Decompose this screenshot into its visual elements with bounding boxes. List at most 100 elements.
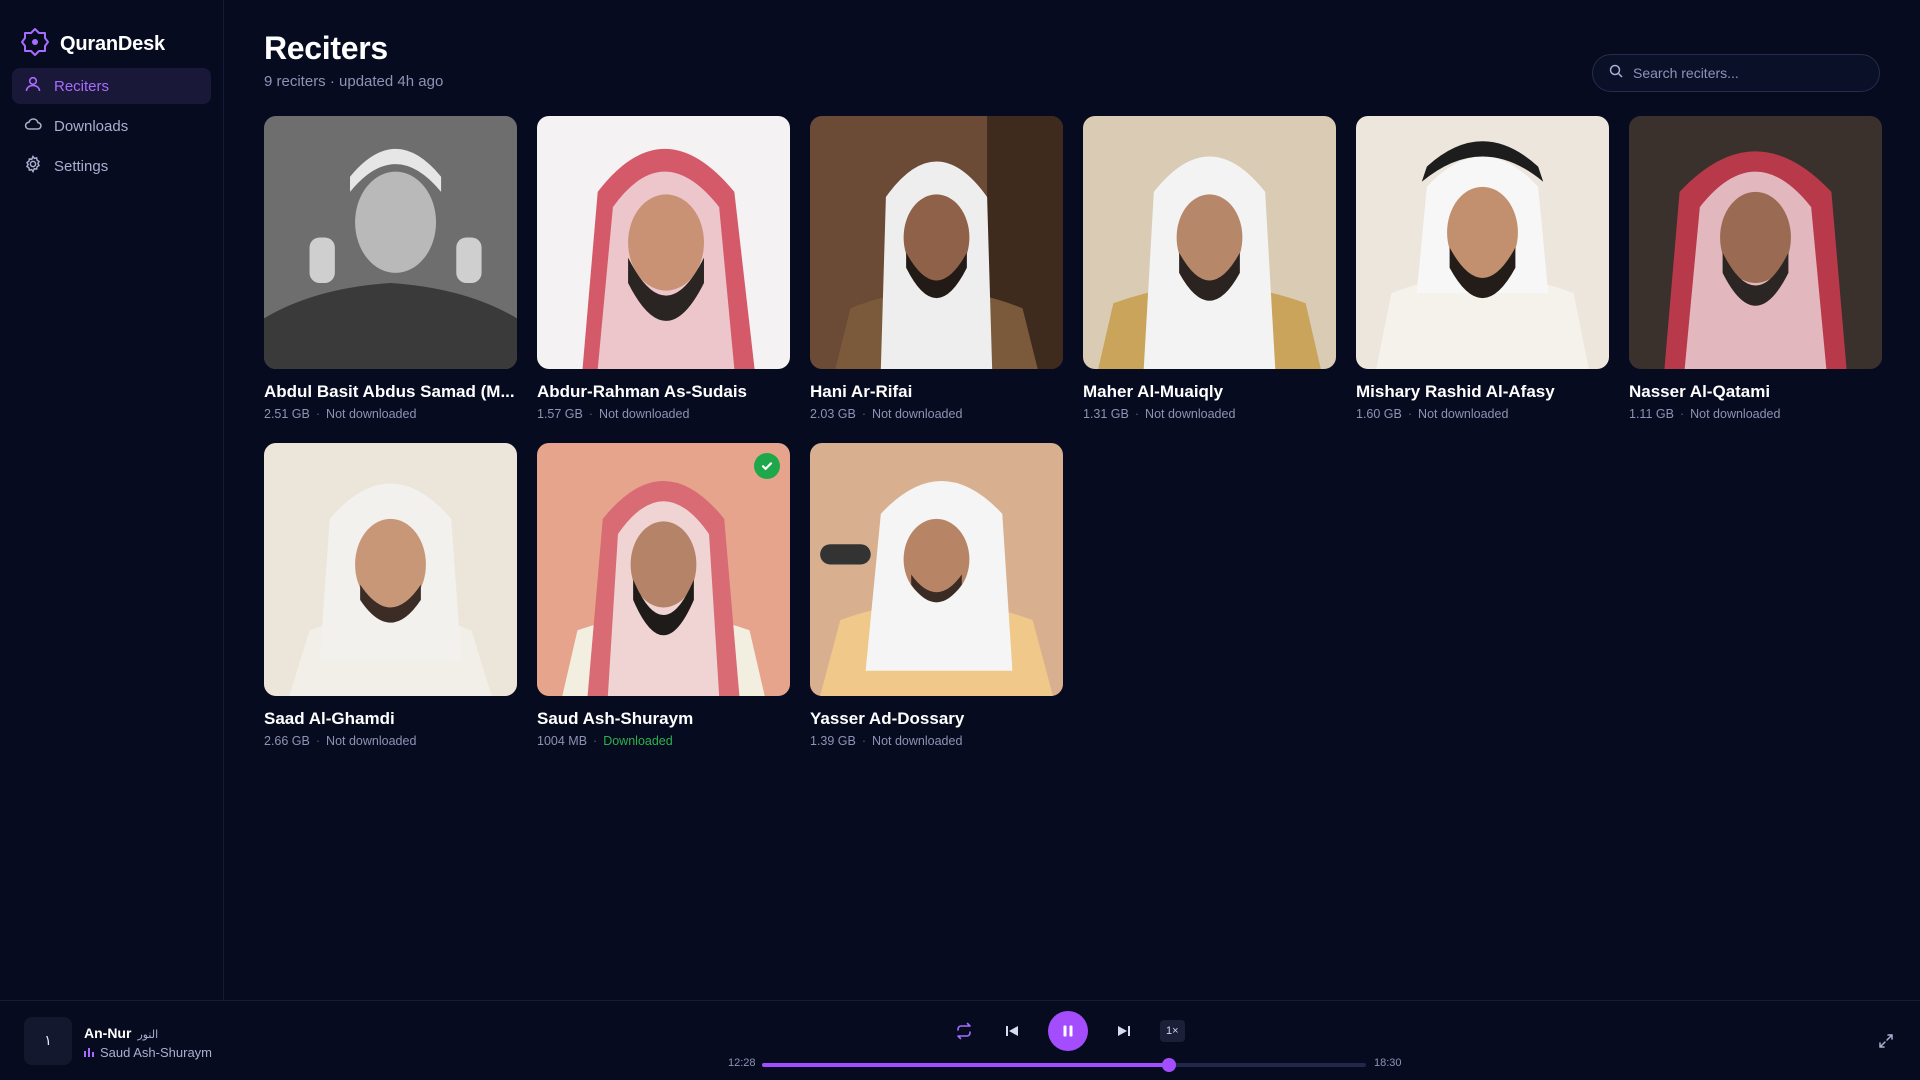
track-title: An-Nur xyxy=(84,1025,132,1041)
repeat-button[interactable] xyxy=(952,1019,976,1043)
reciter-card[interactable]: Abdur-Rahman As-Sudais 1.57 GB · Not dow… xyxy=(537,116,790,421)
skip-forward-icon xyxy=(1118,1026,1130,1036)
reciter-meta: 1.57 GB · Not downloaded xyxy=(537,407,790,421)
reciter-size: 1.57 GB xyxy=(537,407,583,421)
reciter-meta: 1.39 GB · Not downloaded xyxy=(810,734,1063,748)
meta-separator: · xyxy=(861,734,867,748)
meta-separator: · xyxy=(315,734,321,748)
now-playing-thumbnail[interactable]: ١ xyxy=(24,1017,72,1065)
expand-player-button[interactable] xyxy=(1876,1031,1896,1051)
reciter-meta: 1.60 GB · Not downloaded xyxy=(1356,407,1609,421)
reciter-status: Not downloaded xyxy=(1145,407,1236,421)
reciter-status: Downloaded xyxy=(603,734,673,748)
reciter-photo xyxy=(264,443,517,696)
reciter-size: 2.51 GB xyxy=(264,407,310,421)
user-icon xyxy=(24,75,42,97)
reciter-name: Mishary Rashid Al-Afasy xyxy=(1356,382,1555,401)
reciter-card[interactable]: Saud Ash-Shuraym 1004 MB · Downloaded xyxy=(537,443,790,748)
reciter-photo xyxy=(810,443,1063,696)
reciter-meta: 1.31 GB · Not downloaded xyxy=(1083,407,1336,421)
sidebar-nav: Reciters Downloads Settings xyxy=(0,68,223,184)
reciter-photo xyxy=(264,116,517,369)
downloaded-check-icon xyxy=(754,453,780,479)
reciter-card[interactable]: Mishary Rashid Al-Afasy 1.60 GB · Not do… xyxy=(1356,116,1609,421)
reciter-photo xyxy=(1083,116,1336,369)
now-playing-title: An-Nur النور xyxy=(84,1025,158,1041)
meta-separator: · xyxy=(861,407,867,421)
search-box[interactable] xyxy=(1592,54,1880,92)
reciter-meta: 2.66 GB · Not downloaded xyxy=(264,734,517,748)
repeat-icon xyxy=(957,1022,971,1040)
elapsed-time: 12:28 xyxy=(728,1057,756,1069)
sidebar-item-label: Downloads xyxy=(54,117,129,135)
seek-bar-handle[interactable] xyxy=(1162,1058,1177,1072)
brand[interactable]: QuranDesk xyxy=(0,0,223,68)
page-subtitle: 9 reciters · updated 4h ago xyxy=(264,73,444,90)
total-duration: 18:30 xyxy=(1374,1057,1402,1069)
reciter-status: Not downloaded xyxy=(872,734,963,748)
reciter-card[interactable]: Hani Ar-Rifai 2.03 GB · Not downloaded xyxy=(810,116,1063,421)
main-content: Reciters 9 reciters · updated 4h ago Sea… xyxy=(224,0,1920,1000)
meta-separator: · xyxy=(1407,407,1413,421)
reciter-name: Yasser Ad-Dossary xyxy=(810,709,965,728)
reciter-size: 1.39 GB xyxy=(810,734,856,748)
reciter-card[interactable]: Saad Al-Ghamdi 2.66 GB · Not downloaded xyxy=(264,443,517,748)
search-icon xyxy=(1609,64,1623,83)
search-input[interactable] xyxy=(1633,65,1863,81)
seek-bar-progress xyxy=(762,1063,1170,1067)
sidebar-item-reciters[interactable]: Reciters xyxy=(12,68,211,104)
sidebar-item-label: Settings xyxy=(54,157,109,175)
next-button[interactable] xyxy=(1112,1019,1136,1043)
reciter-status: Not downloaded xyxy=(599,407,690,421)
reciter-meta: 2.51 GB · Not downloaded xyxy=(264,407,517,421)
reciter-size: 1.60 GB xyxy=(1356,407,1402,421)
reciter-size: 2.03 GB xyxy=(810,407,856,421)
audio-player: ١ An-Nur النور Saud Ash-Shuraym 1× 12:28… xyxy=(0,1000,1920,1080)
reciter-card[interactable]: Yasser Ad-Dossary 1.39 GB · Not download… xyxy=(810,443,1063,748)
pause-icon xyxy=(1063,1025,1073,1037)
artist-name[interactable]: Saud Ash-Shuraym xyxy=(100,1045,212,1060)
reciter-size: 1004 MB xyxy=(537,734,588,748)
cloud-icon xyxy=(24,115,42,137)
reciter-grid: Abdul Basit Abdus Samad (M... 2.51 GB · … xyxy=(264,116,1882,748)
gear-icon xyxy=(24,154,42,177)
meta-separator: · xyxy=(1679,407,1685,421)
app-name: QuranDesk xyxy=(60,32,165,55)
playback-speed-button[interactable]: 1× xyxy=(1160,1020,1185,1042)
reciter-name: Abdur-Rahman As-Sudais xyxy=(537,382,748,401)
meta-separator: · xyxy=(1134,407,1140,421)
reciter-status: Not downloaded xyxy=(326,407,417,421)
reciter-card[interactable]: Maher Al-Muaiqly 1.31 GB · Not downloade… xyxy=(1083,116,1336,421)
app-logo-icon xyxy=(20,27,50,62)
reciter-name: Maher Al-Muaiqly xyxy=(1083,382,1224,401)
skip-back-icon xyxy=(1006,1026,1018,1036)
reciter-photo xyxy=(810,116,1063,369)
reciter-status: Not downloaded xyxy=(1418,407,1509,421)
page-title: Reciters xyxy=(264,30,388,66)
reciter-status: Not downloaded xyxy=(326,734,417,748)
reciter-card[interactable]: Abdul Basit Abdus Samad (M... 2.51 GB · … xyxy=(264,116,517,421)
reciter-photo xyxy=(1356,116,1609,369)
reciter-name: Abdul Basit Abdus Samad (M... xyxy=(264,382,515,401)
playback-controls: 1× xyxy=(952,1011,1185,1051)
reciter-name: Saud Ash-Shuraym xyxy=(537,709,694,728)
previous-button[interactable] xyxy=(1000,1019,1024,1043)
sidebar-item-downloads[interactable]: Downloads xyxy=(12,108,211,144)
pause-button[interactable] xyxy=(1048,1011,1088,1051)
meta-separator: · xyxy=(588,407,594,421)
reciter-card[interactable]: Nasser Al-Qatami 1.11 GB · Not downloade… xyxy=(1629,116,1882,421)
now-playing-artist: Saud Ash-Shuraym xyxy=(84,1045,212,1060)
sidebar: QuranDesk Reciters Downloads Settings xyxy=(0,0,224,1000)
reciter-photo xyxy=(537,116,790,369)
reciter-meta: 1004 MB · Downloaded xyxy=(537,734,790,748)
meta-separator: · xyxy=(593,734,598,748)
reciter-size: 1.31 GB xyxy=(1083,407,1129,421)
seek-bar[interactable] xyxy=(762,1058,1366,1072)
meta-separator: · xyxy=(315,407,321,421)
reciter-meta: 1.11 GB · Not downloaded xyxy=(1629,407,1882,421)
reciter-status: Not downloaded xyxy=(1690,407,1781,421)
reciter-size: 2.66 GB xyxy=(264,734,310,748)
reciter-photo xyxy=(1629,116,1882,369)
sidebar-item-settings[interactable]: Settings xyxy=(12,148,211,184)
reciter-status: Not downloaded xyxy=(872,407,963,421)
